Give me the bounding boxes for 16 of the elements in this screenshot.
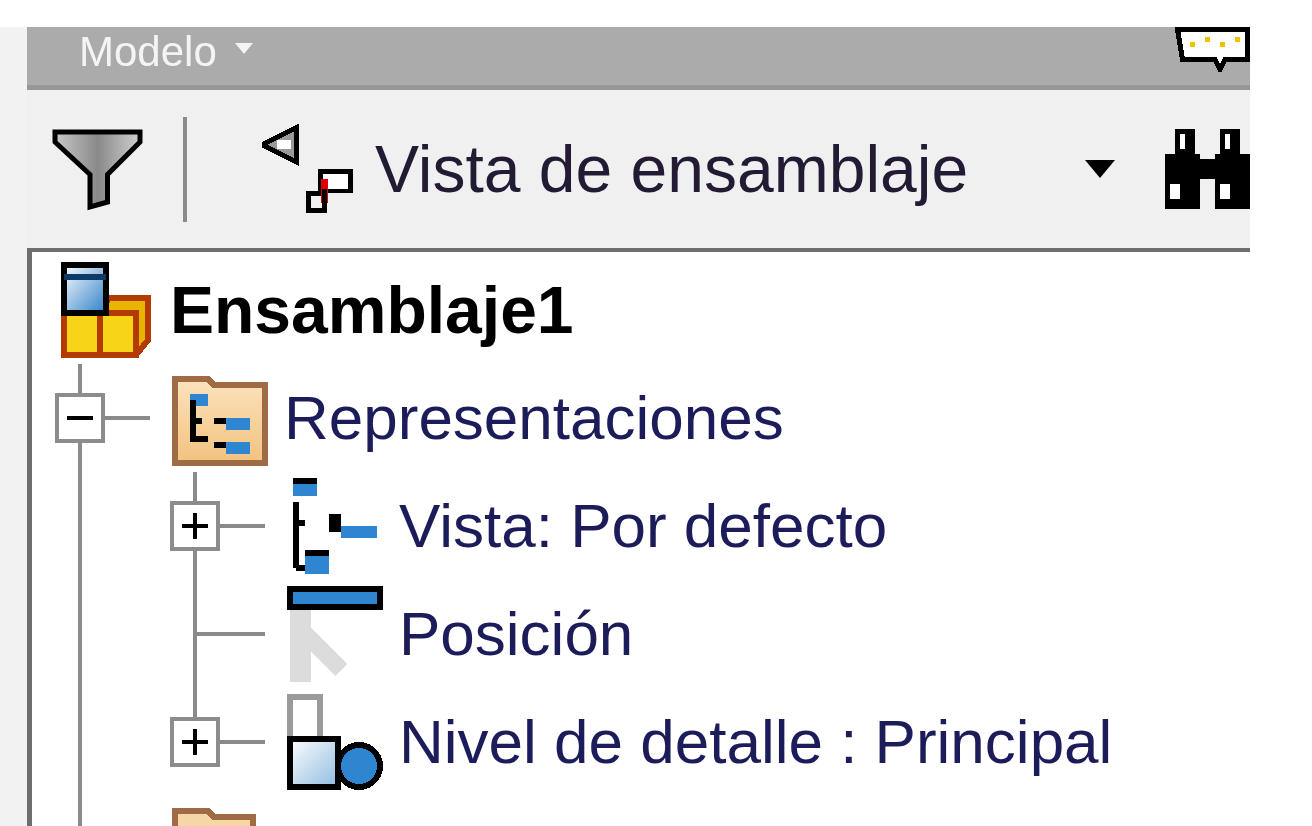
speech-bubble-icon[interactable] bbox=[1175, 27, 1250, 72]
tree-expander[interactable] bbox=[55, 393, 105, 443]
position-icon bbox=[287, 586, 383, 682]
tree-item[interactable]: Vista: Por defecto bbox=[399, 495, 888, 557]
view-selector[interactable]: Vista de ensamblaje bbox=[262, 124, 1120, 214]
minus-icon bbox=[67, 416, 93, 420]
binoculars-icon bbox=[1165, 129, 1250, 209]
detail-level-icon bbox=[287, 694, 383, 790]
tree-item[interactable]: Posición bbox=[399, 603, 634, 665]
plus-icon bbox=[182, 513, 208, 539]
search-button[interactable] bbox=[1165, 129, 1250, 209]
tree-expander[interactable] bbox=[170, 717, 220, 767]
caret-down-icon bbox=[1085, 160, 1115, 178]
view-representation-icon bbox=[262, 124, 355, 214]
plus-icon bbox=[182, 729, 208, 755]
tree-expander[interactable] bbox=[170, 501, 220, 551]
